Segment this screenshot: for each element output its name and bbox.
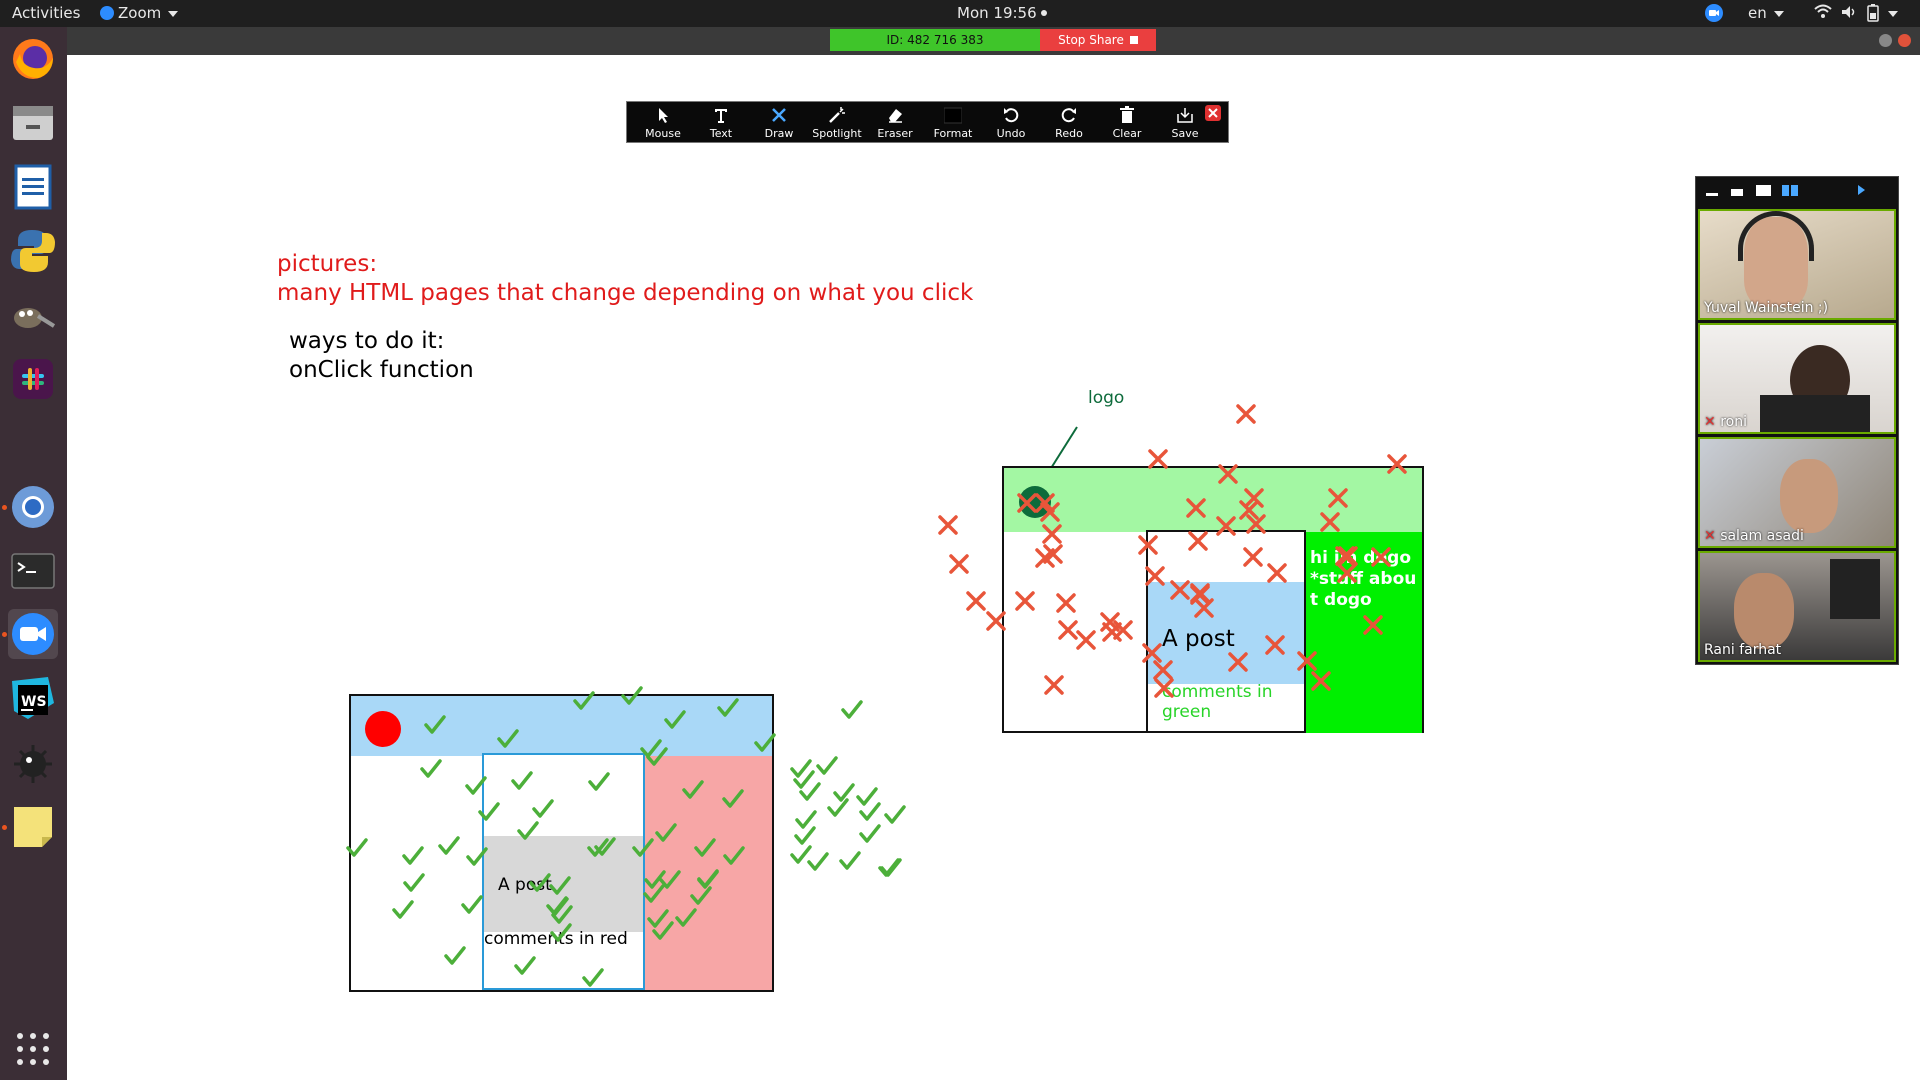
thumbnail-view-icon[interactable] xyxy=(1756,185,1771,196)
participant-name: Yuval Wainstein ;) xyxy=(1704,300,1829,316)
participant-tile[interactable]: ✕ roni xyxy=(1698,323,1896,434)
gallery-controls xyxy=(1696,177,1898,204)
participant-name-row: ✕ roni xyxy=(1704,414,1747,430)
participant-video xyxy=(1760,395,1870,432)
muted-mic-icon: ✕ xyxy=(1704,414,1716,430)
muted-mic-icon: ✕ xyxy=(1704,528,1716,544)
participant-video xyxy=(1780,459,1838,533)
participant-tile[interactable]: ✕ salam asadi xyxy=(1698,437,1896,548)
participant-video xyxy=(1734,573,1794,649)
speaker-view-icon[interactable] xyxy=(1731,189,1743,196)
participant-tile[interactable]: Yuval Wainstein ;) xyxy=(1698,209,1896,320)
participant-name-row: ✕ salam asadi xyxy=(1704,528,1804,544)
desktop: Activities Zoom Mon 19:56 en ID: 482 716… xyxy=(0,0,1920,1080)
red-cross-marks xyxy=(938,404,1407,698)
participant-tile[interactable]: Rani farhat xyxy=(1698,551,1896,662)
drawing-marks-layer xyxy=(346,404,1407,987)
participant-name: salam asadi xyxy=(1720,528,1804,544)
headphones-shape xyxy=(1738,211,1814,261)
participant-name: roni xyxy=(1720,414,1747,430)
participants-gallery: Yuval Wainstein ;) ✕ roni ✕ salam asadi … xyxy=(1695,176,1899,665)
gallery-view-icon[interactable] xyxy=(1782,185,1798,196)
participant-name: Rani farhat xyxy=(1704,642,1782,658)
next-page-icon[interactable] xyxy=(1858,185,1865,195)
participant-video xyxy=(1830,559,1880,619)
green-check-marks xyxy=(346,686,906,987)
minimize-video-icon[interactable] xyxy=(1706,193,1718,196)
